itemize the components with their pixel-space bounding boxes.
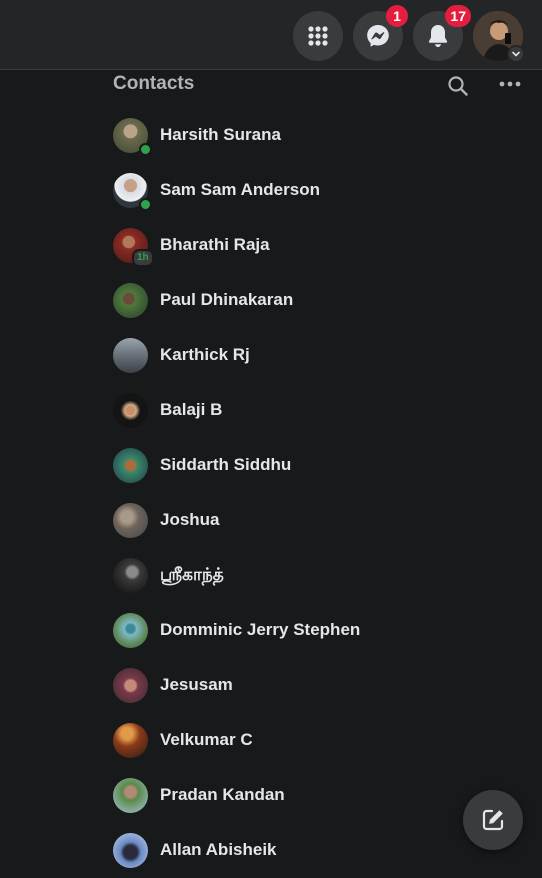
contact-item[interactable]: Harsith Surana bbox=[113, 108, 533, 163]
contact-item[interactable]: Siddarth Siddhu bbox=[113, 438, 533, 493]
contact-item[interactable]: Karthick Rj bbox=[113, 328, 533, 383]
avatar bbox=[113, 833, 148, 868]
contact-item[interactable]: 1h Bharathi Raja bbox=[113, 218, 533, 273]
contact-item[interactable]: Balaji B bbox=[113, 383, 533, 438]
avatar bbox=[113, 503, 148, 538]
messenger-badge: 1 bbox=[386, 5, 408, 27]
avatar bbox=[113, 393, 148, 428]
chevron-down-icon bbox=[512, 51, 520, 57]
top-bar: 1 17 bbox=[0, 0, 542, 70]
messenger-button[interactable]: 1 bbox=[353, 5, 408, 61]
contact-item[interactable]: ஸ்ரீகாந்த் bbox=[113, 548, 533, 603]
bell-icon bbox=[428, 25, 448, 47]
contacts-options-button[interactable] bbox=[497, 74, 523, 98]
notifications-button[interactable]: 17 bbox=[413, 5, 471, 61]
contact-name: Domminic Jerry Stephen bbox=[160, 620, 361, 639]
search-icon bbox=[448, 76, 468, 96]
avatar bbox=[113, 778, 148, 813]
avatar bbox=[113, 723, 148, 758]
new-message-button[interactable] bbox=[463, 790, 523, 850]
search-contacts-button[interactable] bbox=[446, 74, 470, 98]
contact-name: Siddarth Siddhu bbox=[160, 455, 292, 474]
messenger-icon bbox=[367, 25, 389, 47]
contact-name: Sam Sam Anderson bbox=[160, 180, 320, 199]
notifications-badge: 17 bbox=[445, 5, 471, 27]
online-status-dot bbox=[139, 198, 152, 211]
contact-item[interactable]: Joshua bbox=[113, 493, 533, 548]
more-options-icon bbox=[499, 81, 521, 87]
online-status-dot bbox=[139, 143, 152, 156]
avatar bbox=[113, 283, 148, 318]
menu-button[interactable] bbox=[293, 11, 343, 61]
contact-name: Karthick Rj bbox=[160, 345, 250, 364]
contact-name: Balaji B bbox=[160, 400, 223, 419]
new-message-icon bbox=[482, 809, 504, 831]
avatar bbox=[113, 613, 148, 648]
contact-name: Pradan Kandan bbox=[160, 785, 285, 804]
avatar bbox=[113, 668, 148, 703]
avatar bbox=[113, 448, 148, 483]
contact-item[interactable]: Paul Dhinakaran bbox=[113, 273, 533, 328]
grid-menu-icon bbox=[308, 26, 328, 46]
contact-name: Joshua bbox=[160, 510, 220, 529]
contact-name: Paul Dhinakaran bbox=[160, 290, 294, 309]
contact-item[interactable]: Domminic Jerry Stephen bbox=[113, 603, 533, 658]
avatar bbox=[113, 558, 148, 593]
contact-item[interactable]: Velkumar C bbox=[113, 713, 533, 768]
account-menu-caret[interactable] bbox=[507, 45, 525, 63]
contact-item[interactable]: Jesusam bbox=[113, 658, 533, 713]
contact-name: Allan Abisheik bbox=[160, 840, 277, 859]
contact-name: ஸ்ரீகாந்த் bbox=[160, 565, 224, 584]
contacts-title: Contacts bbox=[113, 73, 195, 94]
avatar bbox=[113, 338, 148, 373]
contact-name: Jesusam bbox=[160, 675, 233, 694]
contact-list: Harsith Surana Sam Sam Anderson 1h Bhara… bbox=[113, 108, 533, 878]
last-active-badge: 1h bbox=[132, 249, 154, 267]
contact-name: Velkumar C bbox=[160, 730, 253, 749]
contact-name: Harsith Surana bbox=[160, 125, 281, 144]
contacts-header: Contacts bbox=[113, 72, 533, 98]
contact-name: Bharathi Raja bbox=[160, 235, 270, 254]
contact-item[interactable]: Sam Sam Anderson bbox=[113, 163, 533, 218]
